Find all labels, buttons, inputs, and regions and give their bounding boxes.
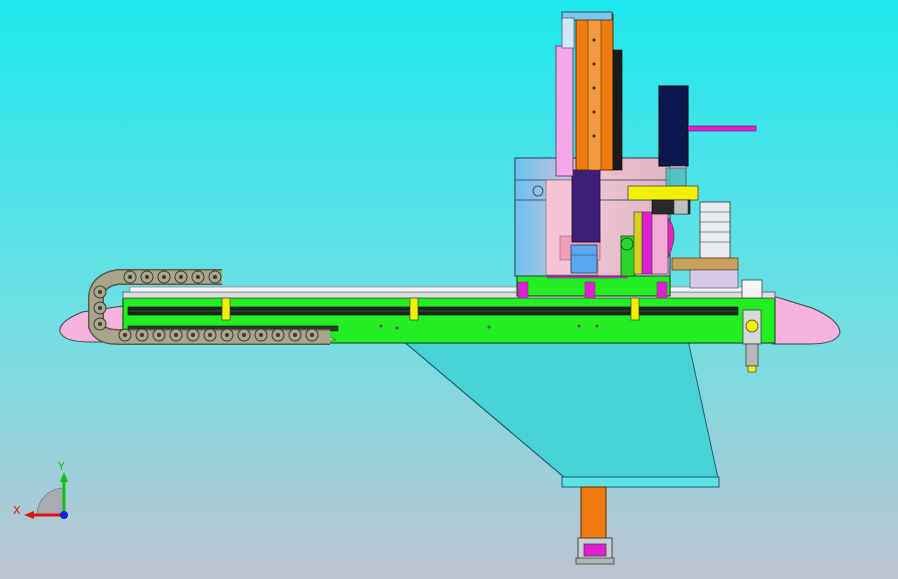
chain-link-pin [98,290,102,294]
chain-link-pin [128,275,132,279]
chain-link-pin [196,275,200,279]
triad-x-label: X [13,504,21,517]
cad-model-view[interactable]: Y X [0,0,898,579]
chain-link-pin [191,333,195,337]
chain-link-pin [208,333,212,337]
chain-link-pin [242,333,246,337]
cad-viewport[interactable]: Y X [0,0,898,579]
motor-cable-rod[interactable] [687,125,757,132]
chain-link-pin [145,275,149,279]
triad-y-label: Y [57,460,65,473]
chain-link-pin [293,333,297,337]
triad-z-axis-dot [60,511,68,519]
chain-link-pin [174,333,178,337]
chain-link-pin [162,275,166,279]
carriage-body[interactable] [514,157,675,277]
chain-link-pin [213,275,217,279]
chain-link-pin [276,333,280,337]
chain-link-pin [98,322,102,326]
chain-link-pin [179,275,183,279]
chain-link-pin [310,333,314,337]
chain-link-pin [157,333,161,337]
chain-link-pin [225,333,229,337]
chain-link-pin [123,333,127,337]
chain-link-pin [140,333,144,337]
chain-link-pin [98,306,102,310]
chain-link-pin [259,333,263,337]
